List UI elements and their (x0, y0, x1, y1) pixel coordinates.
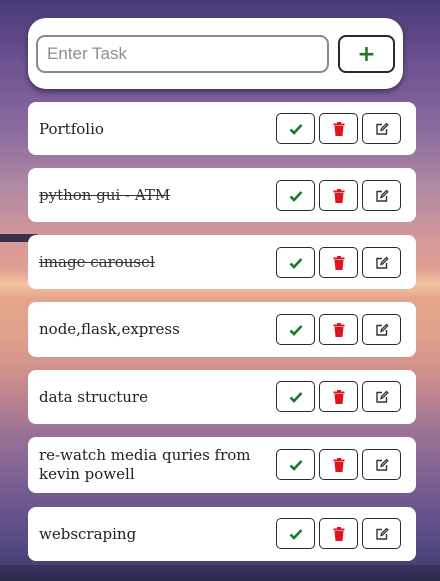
task-item: data structure (28, 370, 416, 424)
task-text: re-watch media quries from kevin powell (39, 446, 251, 483)
trash-icon (333, 121, 344, 136)
edit-icon (375, 122, 389, 135)
task-input[interactable] (36, 35, 329, 73)
edit-task-button[interactable] (362, 518, 401, 549)
trash-icon (333, 389, 344, 404)
edit-icon (375, 527, 389, 540)
task-item: webscraping (28, 507, 416, 561)
check-icon (289, 528, 302, 540)
complete-task-button[interactable] (276, 247, 315, 278)
bottom-strip (0, 565, 440, 581)
task-text: data structure (39, 388, 148, 406)
check-icon (289, 391, 302, 403)
check-icon (289, 324, 302, 336)
edit-task-button[interactable] (362, 314, 401, 345)
task-text: python gui - ATM (39, 186, 171, 204)
check-icon (289, 257, 302, 269)
trash-icon (333, 188, 344, 203)
edit-task-button[interactable] (362, 247, 401, 278)
trash-icon (333, 322, 344, 337)
complete-task-button[interactable] (276, 180, 315, 211)
delete-task-button[interactable] (319, 518, 358, 549)
delete-task-button[interactable] (319, 381, 358, 412)
edit-icon (375, 390, 389, 403)
delete-task-button[interactable] (319, 247, 358, 278)
task-text: image carousel (39, 253, 155, 271)
edit-icon (375, 323, 389, 336)
check-icon (289, 190, 302, 202)
complete-task-button[interactable] (276, 113, 315, 144)
task-item: python gui - ATM (28, 168, 416, 222)
task-text: Portfolio (39, 120, 104, 138)
task-text: webscraping (39, 525, 137, 543)
task-item: image carousel (28, 235, 416, 289)
task-text: node,flask,express (39, 320, 180, 338)
edit-task-button[interactable] (362, 113, 401, 144)
task-item: Portfolio (28, 102, 416, 155)
edit-task-button[interactable] (362, 381, 401, 412)
delete-task-button[interactable] (319, 113, 358, 144)
add-task-card: + (28, 18, 403, 89)
task-item: re-watch media quries from kevin powell (28, 437, 416, 493)
add-task-button[interactable]: + (338, 35, 395, 73)
task-item: node,flask,express (28, 302, 416, 357)
edit-task-button[interactable] (362, 180, 401, 211)
delete-task-button[interactable] (319, 449, 358, 480)
edit-icon (375, 458, 389, 471)
complete-task-button[interactable] (276, 518, 315, 549)
delete-task-button[interactable] (319, 180, 358, 211)
complete-task-button[interactable] (276, 314, 315, 345)
trash-icon (333, 457, 344, 472)
check-icon (289, 459, 302, 471)
edit-icon (375, 256, 389, 269)
trash-icon (333, 526, 344, 541)
check-icon (289, 123, 302, 135)
complete-task-button[interactable] (276, 381, 315, 412)
edit-icon (375, 189, 389, 202)
edit-task-button[interactable] (362, 449, 401, 480)
complete-task-button[interactable] (276, 449, 315, 480)
trash-icon (333, 255, 344, 270)
delete-task-button[interactable] (319, 314, 358, 345)
